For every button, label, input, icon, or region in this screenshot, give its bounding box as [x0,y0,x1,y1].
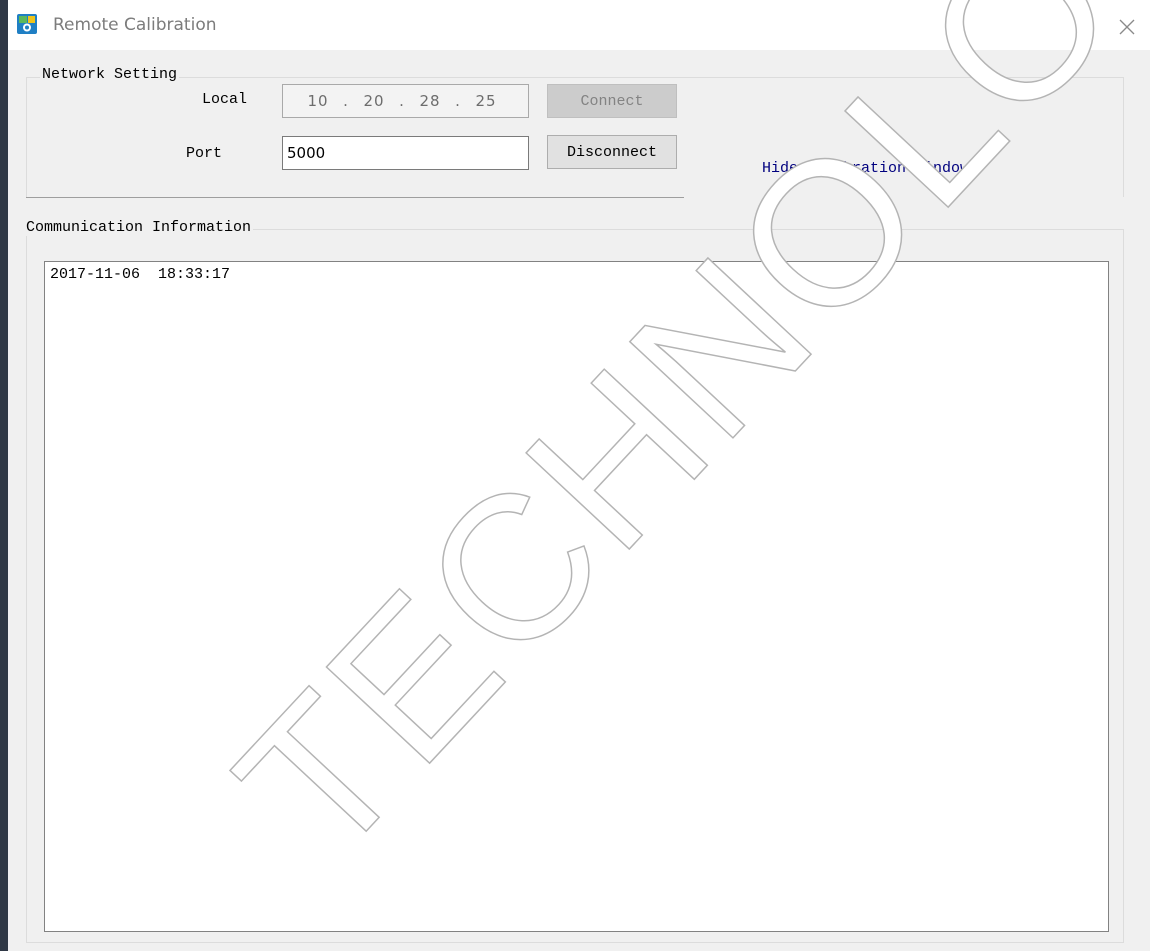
communication-log[interactable]: 2017-11-06 18:33:17 [44,261,1109,932]
ip-separator: . [455,92,461,110]
close-button[interactable] [1110,10,1144,44]
ip-octet-2: 20 [363,92,385,110]
disconnect-button[interactable]: Disconnect [547,135,677,169]
window-title: Remote Calibration [53,15,217,35]
hide-calibration-window-link[interactable]: Hide calibration window [762,160,969,177]
local-label: Local [202,91,248,108]
title-bar[interactable]: Remote Calibration [8,0,1150,50]
desktop-edge [0,0,8,951]
port-field[interactable] [282,136,529,170]
calibration-app-icon [17,14,37,34]
network-group-divider [26,197,684,198]
ip-octet-1: 10 [307,92,329,110]
communication-information-label: Communication Information [24,219,254,236]
connect-button[interactable]: Connect [547,84,677,118]
ip-separator: . [399,92,405,110]
local-ip-field[interactable]: 10 . 20 . 28 . 25 [282,84,529,118]
ip-separator: . [343,92,349,110]
port-label: Port [186,145,223,162]
network-setting-label: Network Setting [40,66,180,83]
close-icon [1119,19,1135,35]
ip-octet-3: 28 [419,92,441,110]
ip-octet-4: 25 [475,92,497,110]
